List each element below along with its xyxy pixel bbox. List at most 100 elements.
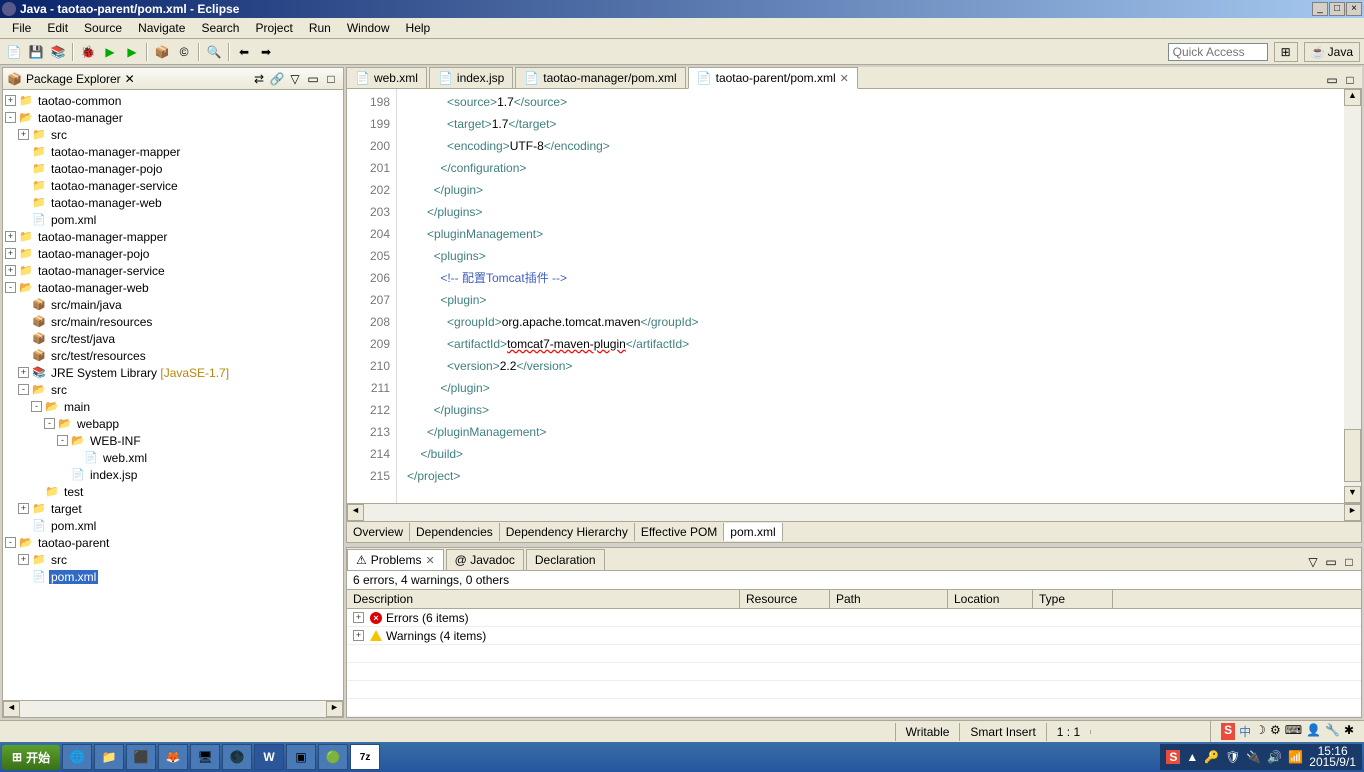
fold-column[interactable] <box>397 89 407 503</box>
task-firefox[interactable]: 🦊 <box>158 744 188 770</box>
editor-minimize-button[interactable]: ▭ <box>1324 72 1340 88</box>
menu-source[interactable]: Source <box>76 19 130 37</box>
tree-item[interactable]: +target <box>5 500 341 517</box>
tree-item[interactable]: +taotao-common <box>5 92 341 109</box>
tree-toggle[interactable]: + <box>5 248 16 259</box>
expand-toggle[interactable]: + <box>353 630 364 641</box>
tree-item[interactable]: +JRE System Library [JavaSE-1.7] <box>5 364 341 381</box>
tree-toggle[interactable]: + <box>18 503 29 514</box>
java-perspective-button[interactable]: ☕ Java <box>1304 42 1360 62</box>
bottom-tab[interactable]: Overview <box>347 523 410 541</box>
tree-toggle[interactable]: + <box>5 231 16 242</box>
tree-item[interactable]: pom.xml <box>5 211 341 228</box>
tree-item[interactable]: -taotao-manager-web <box>5 279 341 296</box>
menu-navigate[interactable]: Navigate <box>130 19 193 37</box>
editor-maximize-button[interactable]: □ <box>1342 72 1358 88</box>
column-header[interactable]: Description <box>347 590 740 608</box>
column-header[interactable]: Type <box>1033 590 1113 608</box>
tree-toggle[interactable]: + <box>5 265 16 276</box>
tree-item[interactable]: web.xml <box>5 449 341 466</box>
code-area[interactable]: <source>1.7</source> <target>1.7</target… <box>407 89 1344 503</box>
tree-item[interactable]: pom.xml <box>5 568 341 585</box>
problems-tab[interactable]: @ Javadoc <box>446 549 524 570</box>
close-icon[interactable]: ✕ <box>840 72 849 85</box>
tree-toggle[interactable]: - <box>5 112 16 123</box>
close-icon[interactable]: ✕ <box>425 554 434 567</box>
task-7z[interactable]: 7z <box>350 744 380 770</box>
tree-toggle[interactable]: + <box>18 554 29 565</box>
menu-edit[interactable]: Edit <box>39 19 76 37</box>
save-all-button[interactable]: 📚 <box>48 42 68 62</box>
tree-item[interactable]: -taotao-manager <box>5 109 341 126</box>
bottom-tab[interactable]: pom.xml <box>724 523 782 541</box>
editor-vscroll[interactable]: ▲ ▼ <box>1344 89 1361 503</box>
task-app2[interactable]: 🟢 <box>318 744 348 770</box>
menu-help[interactable]: Help <box>398 19 439 37</box>
package-explorer-tree[interactable]: +taotao-common-taotao-manager +src taotao-… <box>3 90 343 700</box>
editor-tab[interactable]: 📄taotao-manager/pom.xml <box>515 67 685 88</box>
editor[interactable]: 1981992002012022032042052062072082092102… <box>346 89 1362 504</box>
problems-row[interactable]: +×Errors (6 items) <box>347 609 1361 627</box>
tree-item[interactable]: -src <box>5 381 341 398</box>
tree-item[interactable]: taotao-manager-service <box>5 177 341 194</box>
problems-row[interactable]: +Warnings (4 items) <box>347 627 1361 645</box>
tree-item[interactable]: taotao-manager-mapper <box>5 143 341 160</box>
open-perspective-button[interactable]: ⊞ <box>1274 42 1298 62</box>
tree-toggle[interactable]: + <box>18 129 29 140</box>
view-menu-button[interactable]: ▽ <box>287 71 303 87</box>
link-editor-button[interactable]: 🔗 <box>269 71 285 87</box>
tree-toggle[interactable]: + <box>5 95 16 106</box>
problems-tab[interactable]: ⚠Problems ✕ <box>347 549 444 570</box>
tree-item[interactable]: taotao-manager-pojo <box>5 160 341 177</box>
tree-toggle[interactable]: + <box>18 367 29 378</box>
run-button[interactable]: ▶ <box>100 42 120 62</box>
task-explorer[interactable]: 📁 <box>94 744 124 770</box>
minimize-panel-button[interactable]: ▭ <box>305 71 321 87</box>
forward-button[interactable]: ➡ <box>256 42 276 62</box>
tree-item[interactable]: +taotao-manager-mapper <box>5 228 341 245</box>
new-class-button[interactable]: © <box>174 42 194 62</box>
problems-table[interactable]: DescriptionResourcePathLocationType +×Er… <box>347 589 1361 717</box>
search-button[interactable]: 🔍 <box>204 42 224 62</box>
tree-item[interactable]: src/test/java <box>5 330 341 347</box>
task-word[interactable]: W <box>254 744 284 770</box>
bottom-tab[interactable]: Effective POM <box>635 523 724 541</box>
tree-item[interactable]: src/main/java <box>5 296 341 313</box>
expand-toggle[interactable]: + <box>353 612 364 623</box>
editor-hscroll[interactable]: ◄► <box>346 504 1362 522</box>
new-package-button[interactable]: 📦 <box>152 42 172 62</box>
menu-run[interactable]: Run <box>301 19 339 37</box>
back-button[interactable]: ⬅ <box>234 42 254 62</box>
task-sublime[interactable]: ⬛ <box>126 744 156 770</box>
start-button[interactable]: ⊞ 开始 <box>2 745 60 770</box>
task-cmd[interactable]: ▣ <box>286 744 316 770</box>
menu-file[interactable]: File <box>4 19 39 37</box>
tree-toggle[interactable]: - <box>5 537 16 548</box>
editor-tab[interactable]: 📄taotao-parent/pom.xml✕ <box>688 67 858 89</box>
problems-minimize[interactable]: ▭ <box>1323 554 1339 570</box>
system-tray[interactable]: S ▲🔑🛡🔌🔊📶 15:16 2015/9/1 <box>1160 744 1362 770</box>
tree-hscroll[interactable]: ◄► <box>3 700 343 717</box>
tree-item[interactable]: +src <box>5 551 341 568</box>
menu-window[interactable]: Window <box>339 19 398 37</box>
menu-project[interactable]: Project <box>247 19 300 37</box>
new-button[interactable]: 📄 <box>4 42 24 62</box>
save-button[interactable]: 💾 <box>26 42 46 62</box>
tree-item[interactable]: pom.xml <box>5 517 341 534</box>
close-button[interactable]: × <box>1346 2 1362 16</box>
problems-maximize[interactable]: □ <box>1341 554 1357 570</box>
editor-tab[interactable]: 📄web.xml <box>346 67 427 88</box>
task-app1[interactable]: 🖥 <box>190 744 220 770</box>
tree-item[interactable]: index.jsp <box>5 466 341 483</box>
task-chrome[interactable]: 🌐 <box>62 744 92 770</box>
status-tray-icons[interactable]: S 中 ☽ ⚙ ⌨ 👤 🔧 ✱ <box>1210 721 1364 742</box>
problems-tab[interactable]: Declaration <box>526 549 605 570</box>
tree-item[interactable]: taotao-manager-web <box>5 194 341 211</box>
tree-item[interactable]: test <box>5 483 341 500</box>
tree-toggle[interactable]: - <box>18 384 29 395</box>
tree-item[interactable]: +taotao-manager-pojo <box>5 245 341 262</box>
tree-toggle[interactable]: - <box>57 435 68 446</box>
tree-item[interactable]: +taotao-manager-service <box>5 262 341 279</box>
tree-item[interactable]: -taotao-parent <box>5 534 341 551</box>
bottom-tab[interactable]: Dependencies <box>410 523 500 541</box>
